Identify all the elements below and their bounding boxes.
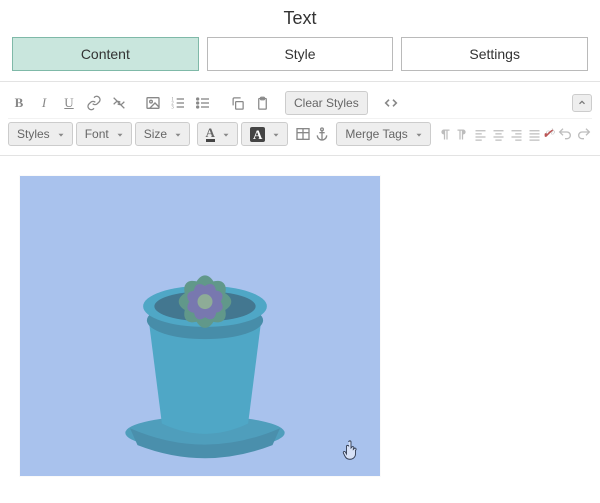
link-icon[interactable] xyxy=(83,92,105,114)
text-color-icon: A xyxy=(206,126,215,142)
tab-style[interactable]: Style xyxy=(207,37,394,71)
anchor-icon[interactable] xyxy=(314,123,330,145)
formatting-toolbar: B I U 123 xyxy=(0,81,600,156)
size-dropdown[interactable]: Size xyxy=(135,122,190,146)
styles-dropdown[interactable]: Styles xyxy=(8,122,73,146)
align-left-icon[interactable] xyxy=(473,123,488,145)
toolbar-row-2: Styles Font Size A A xyxy=(8,118,592,149)
align-right-icon[interactable] xyxy=(509,123,524,145)
unordered-list-icon[interactable] xyxy=(192,92,214,114)
paragraph-ltr-icon[interactable] xyxy=(437,123,452,145)
copy-icon[interactable] xyxy=(226,92,248,114)
panel-title: Text xyxy=(0,0,600,37)
merge-tags-dropdown[interactable]: Merge Tags xyxy=(336,122,430,146)
bold-icon[interactable]: B xyxy=(8,92,30,114)
font-dropdown[interactable]: Font xyxy=(76,122,132,146)
align-justify-icon[interactable] xyxy=(527,123,542,145)
hand-cursor-icon xyxy=(342,440,360,462)
tab-strip: Content Style Settings xyxy=(0,37,600,81)
chevron-down-icon xyxy=(173,129,183,139)
tab-label: Content xyxy=(81,46,130,62)
tab-label: Style xyxy=(284,46,315,62)
code-view-icon[interactable] xyxy=(380,92,402,114)
toolbar-row-1: B I U 123 xyxy=(8,88,592,118)
text-editor-panel: Text Content Style Settings B I U 123 xyxy=(0,0,600,476)
selected-image[interactable] xyxy=(20,176,380,476)
align-center-icon[interactable] xyxy=(491,123,506,145)
collapse-toolbar-button[interactable] xyxy=(572,94,592,112)
tab-content[interactable]: Content xyxy=(12,37,199,71)
chevron-down-icon xyxy=(56,129,66,139)
redo-icon[interactable] xyxy=(576,123,592,145)
paragraph-rtl-icon[interactable] xyxy=(455,123,470,145)
clear-styles-button[interactable]: Clear Styles xyxy=(285,91,368,115)
chevron-down-icon xyxy=(221,129,231,139)
chevron-down-icon xyxy=(115,129,125,139)
dropdown-label: Size xyxy=(144,127,167,141)
ordered-list-icon[interactable]: 123 xyxy=(167,92,189,114)
undo-icon[interactable] xyxy=(557,123,573,145)
paste-icon[interactable] xyxy=(251,92,273,114)
chevron-down-icon xyxy=(414,129,424,139)
tab-label: Settings xyxy=(469,46,520,62)
tab-settings[interactable]: Settings xyxy=(401,37,588,71)
editor-canvas[interactable] xyxy=(0,156,600,476)
text-color-dropdown[interactable]: A xyxy=(197,122,238,146)
svg-text:3: 3 xyxy=(171,105,174,110)
insert-table-icon[interactable] xyxy=(295,123,311,145)
highlight-icon: A xyxy=(250,127,265,142)
dropdown-label: Font xyxy=(85,127,109,141)
dropdown-label: Merge Tags xyxy=(345,127,407,141)
highlight-color-dropdown[interactable]: A xyxy=(241,122,288,146)
image-content-icon xyxy=(110,236,300,461)
chevron-down-icon xyxy=(271,129,281,139)
underline-icon[interactable]: U xyxy=(58,92,80,114)
image-icon[interactable] xyxy=(142,92,164,114)
clear-formatting-icon[interactable]: ᵃᵇ✔ xyxy=(545,123,554,145)
italic-icon[interactable]: I xyxy=(33,92,55,114)
clear-styles-label: Clear Styles xyxy=(294,96,359,110)
dropdown-label: Styles xyxy=(17,127,50,141)
unlink-icon[interactable] xyxy=(108,92,130,114)
